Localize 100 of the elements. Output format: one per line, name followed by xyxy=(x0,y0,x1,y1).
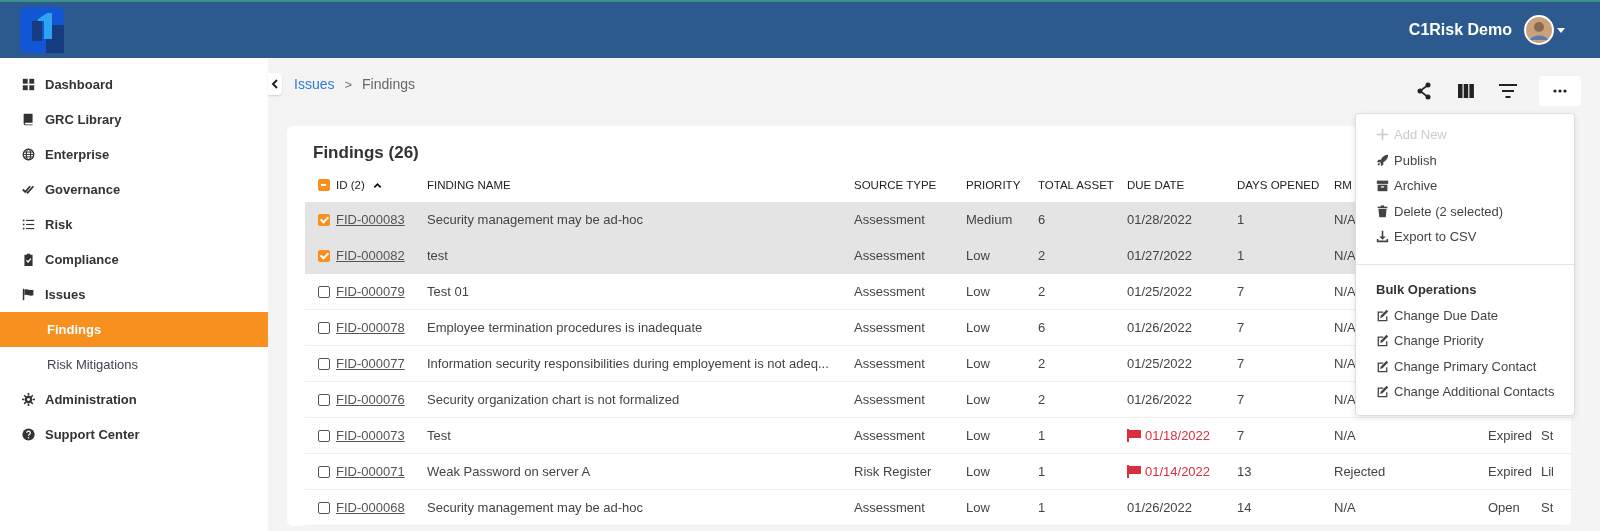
checkbox[interactable] xyxy=(318,429,330,442)
sidebar-item[interactable]: GRC Library xyxy=(0,102,268,137)
table-cell: 01/26/2022 xyxy=(1127,500,1193,515)
caret-icon[interactable] xyxy=(1556,25,1566,35)
table-cell: Assessment xyxy=(854,356,925,371)
table-cell: 1 xyxy=(1237,248,1245,263)
sidebar-item[interactable]: Support Center xyxy=(0,417,268,452)
column-header[interactable]: RM xyxy=(1334,179,1352,191)
finding-id-link[interactable]: FID-000077 xyxy=(336,356,405,371)
table-cell: N/A xyxy=(1334,248,1356,263)
table-cell: 01/26/2022 xyxy=(1127,392,1193,407)
table-cell: 1 xyxy=(1038,500,1046,515)
breadcrumb-link[interactable]: Issues xyxy=(294,76,335,92)
menu-item[interactable]: Delete (2 selected) xyxy=(1356,198,1574,224)
archive-box-icon xyxy=(1376,179,1389,193)
table-cell: Test xyxy=(427,428,451,443)
globe-icon xyxy=(22,148,35,161)
menu-item-label: Publish xyxy=(1394,152,1437,168)
breadcrumb-current: Findings xyxy=(362,76,415,92)
sidebar-item[interactable]: Administration xyxy=(0,382,268,417)
sidebar-item[interactable]: Dashboard xyxy=(0,67,268,102)
table-cell: Assessment xyxy=(854,392,925,407)
menu-item[interactable]: Change Priority xyxy=(1356,328,1574,354)
edit-icon xyxy=(1376,308,1389,322)
table-cell: Low xyxy=(966,248,990,263)
column-header[interactable]: PRIORITY xyxy=(966,179,1021,191)
sidebar-item[interactable]: Governance xyxy=(0,172,268,207)
menu-item-label: Change Due Date xyxy=(1394,307,1499,323)
download-icon xyxy=(1376,230,1389,244)
chevron-left-icon xyxy=(271,79,279,89)
menu-item[interactable]: Export to CSV xyxy=(1356,224,1574,250)
sidebar-item[interactable]: Risk xyxy=(0,207,268,242)
menu-item[interactable]: Change Due Date xyxy=(1356,302,1574,328)
checkbox[interactable] xyxy=(318,249,330,262)
table-cell: Low xyxy=(966,500,990,515)
checkbox[interactable] xyxy=(318,213,330,226)
sidebar-item[interactable]: Compliance xyxy=(0,242,268,277)
finding-id-link[interactable]: FID-000073 xyxy=(336,428,405,443)
table-cell: N/A xyxy=(1334,500,1356,515)
checkbox[interactable] xyxy=(318,501,330,514)
column-header[interactable]: DAYS OPENED xyxy=(1237,179,1320,191)
finding-id-link[interactable]: FID-000083 xyxy=(336,212,405,227)
finding-id-link[interactable]: FID-000068 xyxy=(336,500,405,515)
sidebar-label: Compliance xyxy=(45,252,119,267)
sidebar-label: Risk xyxy=(45,217,73,232)
table-cell: 2 xyxy=(1038,284,1046,299)
table-cell: 01/25/2022 xyxy=(1127,284,1193,299)
menu-item[interactable]: Archive xyxy=(1356,173,1574,199)
rocket-icon xyxy=(1376,153,1389,167)
table-cell: 1 xyxy=(1038,428,1046,443)
column-header[interactable]: FINDING NAME xyxy=(427,179,511,191)
help-icon xyxy=(22,428,35,441)
table-cell: Open xyxy=(1488,500,1520,515)
sidebar-subitem[interactable]: Risk Mitigations xyxy=(0,347,268,382)
column-header[interactable]: ID (2) xyxy=(336,179,365,191)
checkbox[interactable] xyxy=(318,285,330,298)
sort-up-icon[interactable] xyxy=(372,180,382,190)
menu-item[interactable]: Change Primary Contact xyxy=(1356,353,1574,379)
table-cell: Low xyxy=(966,320,990,335)
collapse-button[interactable] xyxy=(268,73,282,95)
table-cell: Rejected xyxy=(1334,464,1386,479)
table-cell: 01/26/2022 xyxy=(1127,320,1193,335)
column-header[interactable]: DUE DATE xyxy=(1127,179,1185,191)
finding-id-link[interactable]: FID-000079 xyxy=(336,284,405,299)
menu-item-label: Change Priority xyxy=(1394,333,1484,349)
table-cell: 6 xyxy=(1038,212,1046,227)
table-cell: 7 xyxy=(1237,428,1245,443)
checkbox[interactable] xyxy=(318,465,330,478)
table-cell: 7 xyxy=(1237,284,1245,299)
menu-item[interactable]: Publish xyxy=(1356,147,1574,173)
table-cell: 01/14/2022 xyxy=(1145,464,1211,479)
checkbox[interactable] xyxy=(318,357,330,370)
table-cell: 01/18/2022 xyxy=(1145,428,1211,443)
sidebar-label: Issues xyxy=(45,287,86,302)
finding-id-link[interactable]: FID-000076 xyxy=(336,392,405,407)
more-icon xyxy=(1553,89,1567,93)
checkbox[interactable] xyxy=(318,179,330,191)
table-cell: 14 xyxy=(1237,500,1252,515)
sidebar-item[interactable]: Issues xyxy=(0,277,268,312)
user-name[interactable]: C1Risk Demo xyxy=(1408,21,1512,39)
table-cell: 1 xyxy=(1237,212,1245,227)
menu-item-label: Change Additional Contacts xyxy=(1394,384,1555,400)
column-header[interactable]: SOURCE TYPE xyxy=(854,179,937,191)
avatar[interactable] xyxy=(1524,15,1554,45)
table-cell: Low xyxy=(966,392,990,407)
table-cell: Assessment xyxy=(854,428,925,443)
sidebar-item[interactable]: Enterprise xyxy=(0,137,268,172)
finding-id-link[interactable]: FID-000071 xyxy=(336,464,405,479)
column-header[interactable]: TOTAL ASSET xyxy=(1038,179,1114,191)
checkbox[interactable] xyxy=(318,393,330,406)
table-cell: Assessment xyxy=(854,320,925,335)
book-icon xyxy=(22,113,35,126)
checkbox[interactable] xyxy=(318,321,330,334)
table-cell: 7 xyxy=(1237,392,1245,407)
table-cell: test xyxy=(427,248,448,263)
finding-id-link[interactable]: FID-000082 xyxy=(336,248,405,263)
table-cell: Test 01 xyxy=(427,284,469,299)
menu-item[interactable]: Change Additional Contacts xyxy=(1356,379,1574,405)
finding-id-link[interactable]: FID-000078 xyxy=(336,320,405,335)
sidebar-label: Dashboard xyxy=(45,77,113,92)
